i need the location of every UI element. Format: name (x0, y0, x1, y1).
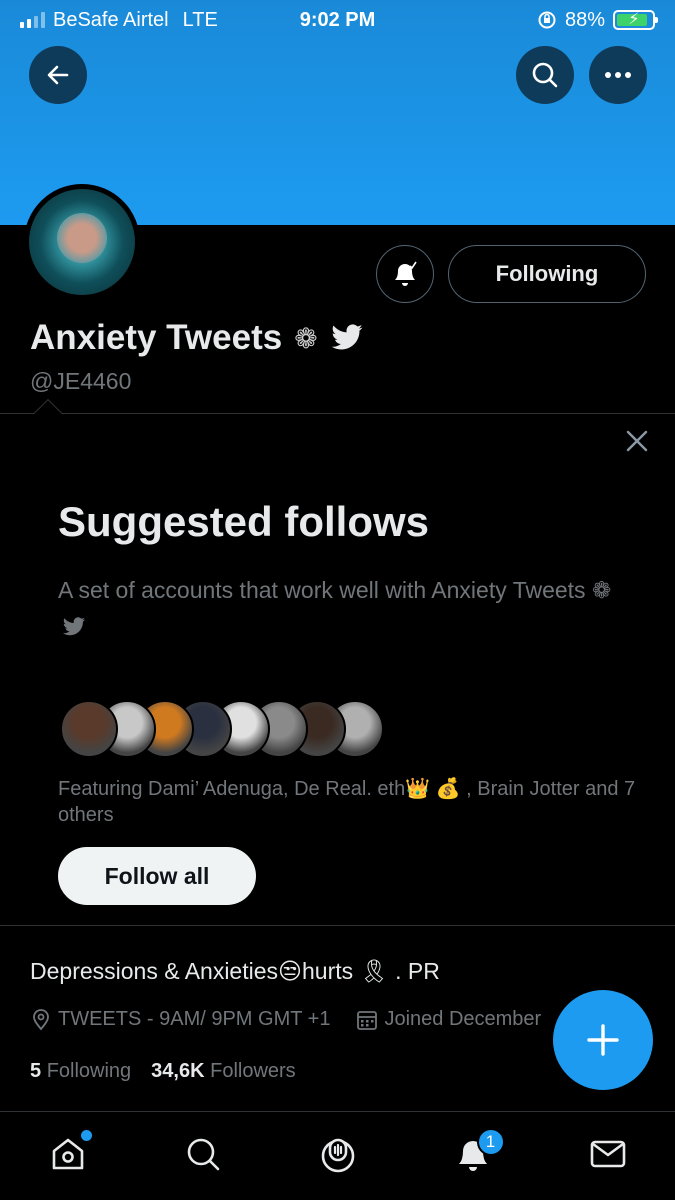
search-icon (187, 1138, 219, 1171)
follow-all-button[interactable]: Follow all (58, 847, 256, 905)
following-button[interactable]: Following (448, 245, 646, 303)
search-button[interactable] (516, 46, 574, 104)
tab-messages[interactable] (578, 1124, 638, 1184)
compose-tweet-button[interactable] (553, 990, 653, 1090)
suggested-divider-top (0, 413, 675, 414)
arrow-left-icon (47, 65, 69, 85)
bell-subscribed-icon (395, 261, 417, 286)
display-name-text: Anxiety Tweets (30, 318, 283, 357)
profile-bio-text: Depressions & Anxieties😒hurts 🎗 . PR (30, 958, 440, 984)
signal-icon (20, 12, 45, 28)
suggested-account-avatar[interactable] (60, 700, 118, 758)
battery-icon: ⚡ (613, 10, 658, 30)
status-bar: BeSafe Airtel LTE 9:02 PM 88% ⚡ (0, 0, 675, 40)
following-label: Following (46, 1060, 132, 1082)
suggested-description-text: A set of accounts that work well with An… (58, 577, 612, 603)
tab-spaces[interactable] (308, 1124, 368, 1184)
location-text: TWEETS - 9AM/ 9PM GMT +1 (58, 1008, 331, 1030)
more-horizontal-icon (605, 72, 631, 78)
notifications-subscribe-button[interactable] (376, 245, 434, 303)
carrier-name: BeSafe Airtel (53, 8, 169, 31)
orientation-lock-icon (538, 11, 556, 29)
search-icon (532, 62, 558, 88)
close-suggested-button[interactable] (620, 424, 654, 458)
following-count: 5 (30, 1060, 42, 1082)
location-icon (33, 1008, 49, 1030)
back-button[interactable] (29, 46, 87, 104)
home-unread-dot (80, 1130, 92, 1141)
suggested-avatars[interactable] (60, 700, 384, 758)
network-type: LTE (182, 8, 218, 31)
notifications-badge: 1 (476, 1128, 505, 1156)
follow-stats: 5 Following 34,6K Followers (30, 1060, 296, 1083)
suggested-caret (33, 398, 63, 428)
joined-text: Joined December (384, 1008, 542, 1030)
followers-stat[interactable]: 34,6K Followers (151, 1060, 296, 1083)
tab-notifications[interactable]: 1 (443, 1124, 505, 1184)
bird-icon (63, 617, 85, 636)
flower-emoji: ❁ (294, 322, 318, 354)
home-icon (52, 1138, 83, 1170)
bird-icon (331, 324, 363, 350)
tab-search[interactable] (173, 1124, 233, 1184)
bottom-tab-bar: 1 (0, 1111, 675, 1200)
battery-percent: 88% (564, 8, 605, 31)
calendar-icon (357, 1010, 378, 1030)
handle: @JE4460 (30, 368, 132, 394)
followers-count: 34,6K (151, 1060, 205, 1082)
profile-avatar[interactable] (24, 184, 140, 300)
suggested-description: A set of accounts that work well with An… (58, 572, 618, 644)
spaces-icon (321, 1138, 354, 1173)
profile-bio: Depressions & Anxieties😒hurts 🎗 . PR (30, 958, 440, 985)
more-button[interactable] (589, 46, 647, 104)
suggested-divider-bottom (0, 925, 675, 926)
close-icon (626, 430, 648, 452)
tab-home[interactable] (38, 1124, 98, 1184)
followers-label: Followers (210, 1060, 296, 1082)
profile-meta: TWEETS - 9AM/ 9PM GMT +1 Joined December (30, 1008, 590, 1031)
suggested-follows-title: Suggested follows (58, 498, 430, 545)
display-name: Anxiety Tweets ❁ (30, 318, 364, 358)
messages-icon (590, 1140, 625, 1168)
plus-icon (587, 1024, 619, 1056)
following-stat[interactable]: 5 Following (30, 1060, 131, 1083)
featuring-text: Featuring Dami’ Adenuga, De Real. eth👑 💰… (58, 778, 636, 826)
